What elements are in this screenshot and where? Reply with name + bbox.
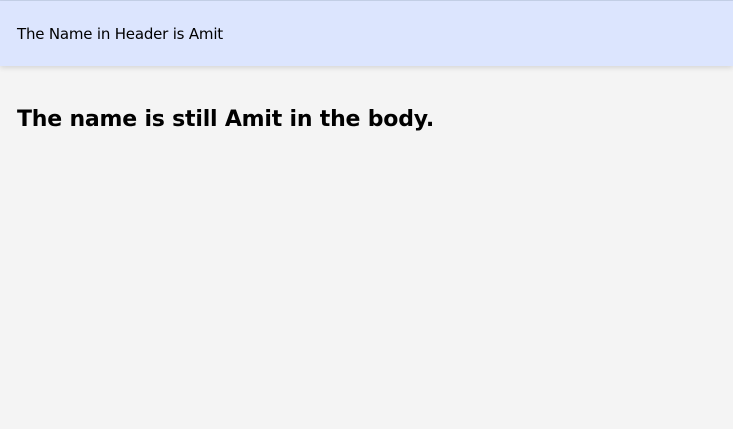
header-bar: The Name in Header is Amit — [0, 1, 733, 66]
body-heading: The name is still Amit in the body. — [17, 107, 435, 132]
main-content: The name is still Amit in the body. — [0, 66, 733, 134]
app-root: The Name in Header is Amit The name is s… — [0, 0, 733, 429]
header-text: The Name in Header is Amit — [17, 24, 223, 43]
